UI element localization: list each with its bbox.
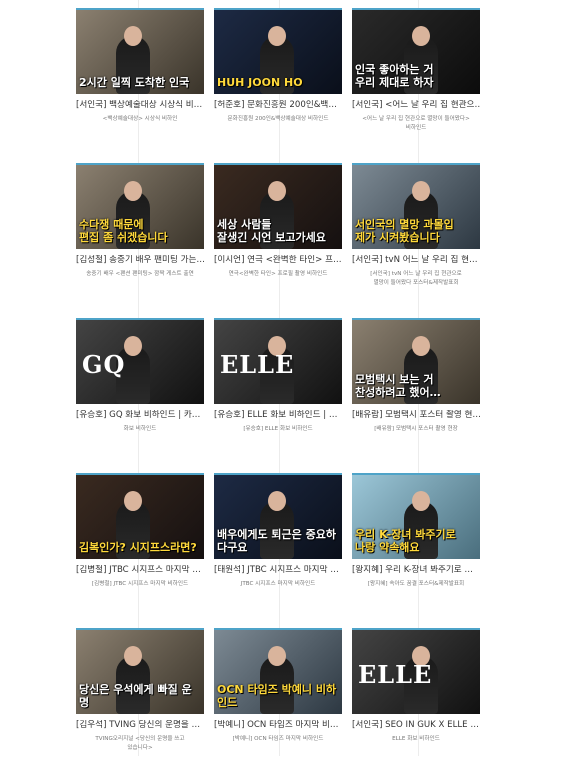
video-title[interactable]: [김병철] JTBC 시지프스 마지막 … bbox=[76, 565, 204, 576]
thumbnail-logo-text: GQ bbox=[82, 350, 126, 379]
video-thumbnail[interactable]: 우리 K-장녀 봐주기로 나랑 약속해요 bbox=[352, 473, 480, 559]
video-description: [배유람] 모범택시 포스터 촬영 현장 bbox=[374, 426, 458, 432]
thumbnail-caption: 김복인가? 시지프스라면? bbox=[79, 541, 197, 554]
video-card[interactable]: 2시간 일찍 도착한 인국 [서인국] 백상예술대상 시상식 비… <백상예술대상>… bbox=[76, 8, 204, 163]
video-thumbnail[interactable]: 수다쟁 때문에 편집 좀 쉬겠습니다 bbox=[76, 163, 204, 249]
video-description: [유승호] ELLE 화보 비하인드 bbox=[243, 426, 313, 432]
video-title[interactable]: [김우석] TVING 당신의 운명을 … bbox=[76, 720, 204, 731]
video-title[interactable]: [서인국] SEO IN GUK X ELLE … bbox=[352, 720, 480, 731]
thumbnail-caption: 세상 사람들 잘생긴 시언 보고가세요 bbox=[217, 218, 326, 244]
thumbnail-caption: 서인국의 멸망 과몰입 제가 시켜봤습니다 bbox=[355, 218, 454, 244]
person-face bbox=[124, 336, 142, 356]
video-description: 화보 비하인드 bbox=[123, 426, 157, 432]
video-thumbnail[interactable]: 서인국의 멸망 과몰입 제가 시켜봤습니다 bbox=[352, 163, 480, 249]
thumbnail-caption: OCN 타임즈 박예니 비하인드 bbox=[217, 683, 337, 709]
video-title[interactable]: [김성철] 송중기 배우 팬미팅 가는… bbox=[76, 255, 204, 266]
video-title[interactable]: [왕지혜] 우리 K-장녀 봐주기로 … bbox=[352, 565, 480, 576]
video-grid: 2시간 일찍 도착한 인국 [서인국] 백상예술대상 시상식 비… <백상예술대상>… bbox=[76, 8, 480, 783]
video-thumbnail[interactable]: 세상 사람들 잘생긴 시언 보고가세요 bbox=[214, 163, 342, 249]
video-description: <어느 날 우리 집 현관으로 멸망이 들어왔다> 비하인드 bbox=[362, 116, 470, 131]
video-description: TVING오리지널 <당신의 운명을 쓰고 있습니다> bbox=[95, 736, 185, 751]
video-card[interactable]: 서인국의 멸망 과몰입 제가 시켜봤습니다 [서인국] tvN 어느 날 우리 집… bbox=[352, 163, 480, 318]
video-title[interactable]: [서인국] 백상예술대상 시상식 비… bbox=[76, 100, 204, 111]
thumbnail-caption: 2시간 일찍 도착한 인국 bbox=[79, 76, 190, 89]
person-face bbox=[124, 181, 142, 201]
person-face bbox=[268, 491, 286, 511]
video-card[interactable]: ELLE [유승호] ELLE 화보 비하인드 | … [유승호] ELLE 화보 … bbox=[214, 318, 342, 473]
video-description: JTBC 시지프스 마지막 비하인드 bbox=[240, 581, 316, 587]
person-face bbox=[124, 646, 142, 666]
video-title[interactable]: [태원석] JTBC 시지프스 마지막 … bbox=[214, 565, 342, 576]
video-description: <백상예술대상> 시상식 비하인 bbox=[102, 116, 178, 122]
video-card[interactable]: 김복인가? 시지프스라면? [김병철] JTBC 시지프스 마지막 … [김병철] … bbox=[76, 473, 204, 628]
video-card[interactable]: 우리 K-장녀 봐주기로 나랑 약속해요 [왕지혜] 우리 K-장녀 봐주기로 …… bbox=[352, 473, 480, 628]
video-description: [서인국] tvN 어느 날 우리 집 현관으로 멸망이 들어왔다 포스터&제작… bbox=[370, 271, 462, 286]
video-thumbnail[interactable]: 모범택시 보는 거 찬성하려고 했어… bbox=[352, 318, 480, 404]
person-face bbox=[268, 26, 286, 46]
video-thumbnail[interactable]: 2시간 일찍 도착한 인국 bbox=[76, 8, 204, 94]
video-thumbnail[interactable]: 김복인가? 시지프스라면? bbox=[76, 473, 204, 559]
video-card[interactable]: HUH JOON HO [허준호] 문화진흥원 200인&백… 문화진흥원 200인… bbox=[214, 8, 342, 163]
video-card[interactable]: 모범택시 보는 거 찬성하려고 했어… [배유람] 모범택시 포스터 촬영 현… [… bbox=[352, 318, 480, 473]
video-description: [김병철] JTBC 시지프스 마지막 비하인드 bbox=[91, 581, 189, 587]
video-thumbnail[interactable]: GQ bbox=[76, 318, 204, 404]
video-thumbnail[interactable]: ELLE bbox=[214, 318, 342, 404]
person-face bbox=[124, 491, 142, 511]
video-title[interactable]: [배유람] 모범택시 포스터 촬영 현… bbox=[352, 410, 480, 421]
video-description: 문화진흥원 200인&백상예술대상 비하인드 bbox=[227, 116, 329, 122]
video-thumbnail[interactable]: 배우에게도 퇴근은 중요하다구요 bbox=[214, 473, 342, 559]
video-card[interactable]: OCN 타임즈 박예니 비하인드 [박예니] OCN 타임즈 마지막 비… [박예니… bbox=[214, 628, 342, 783]
video-description: [박예니] OCN 타임즈 마지막 비하인드 bbox=[232, 736, 324, 742]
thumbnail-caption: HUH JOON HO bbox=[217, 76, 303, 89]
person-face bbox=[412, 181, 430, 201]
video-card[interactable]: 수다쟁 때문에 편집 좀 쉬겠습니다 [김성철] 송중기 배우 팬미팅 가는… 송중… bbox=[76, 163, 204, 318]
video-title[interactable]: [서인국] tvN 어느 날 우리 집 현… bbox=[352, 255, 480, 266]
person-face bbox=[268, 646, 286, 666]
video-card[interactable]: GQ [유승호] GQ 화보 비하인드 | 카… 화보 비하인드 bbox=[76, 318, 204, 473]
video-title[interactable]: [이시언] 연극 <완벽한 타인> 프… bbox=[214, 255, 342, 266]
person-face bbox=[412, 336, 430, 356]
video-thumbnail[interactable]: OCN 타임즈 박예니 비하인드 bbox=[214, 628, 342, 714]
person-face bbox=[412, 26, 430, 46]
video-thumbnail[interactable]: 당신은 우석에게 빠질 운명 bbox=[76, 628, 204, 714]
thumbnail-caption: 모범택시 보는 거 찬성하려고 했어… bbox=[355, 373, 441, 399]
thumbnail-caption: 당신은 우석에게 빠질 운명 bbox=[79, 683, 192, 709]
video-card[interactable]: 당신은 우석에게 빠질 운명 [김우석] TVING 당신의 운명을 … TVING… bbox=[76, 628, 204, 783]
video-title[interactable]: [허준호] 문화진흥원 200인&백… bbox=[214, 100, 342, 111]
person-face bbox=[124, 26, 142, 46]
video-title[interactable]: [유승호] ELLE 화보 비하인드 | … bbox=[214, 410, 342, 421]
video-description: ELLE 화보 비하인드 bbox=[392, 736, 440, 742]
video-thumbnail[interactable]: ELLE bbox=[352, 628, 480, 714]
video-title[interactable]: [박예니] OCN 타임즈 마지막 비… bbox=[214, 720, 342, 731]
video-card[interactable]: 인국 좋아하는 거 우리 제대로 하자 [서인국] <어느 날 우리 집 현관으…… bbox=[352, 8, 480, 163]
video-title[interactable]: [유승호] GQ 화보 비하인드 | 카… bbox=[76, 410, 204, 421]
video-card[interactable]: 세상 사람들 잘생긴 시언 보고가세요 [이시언] 연극 <완벽한 타인> 프… 연… bbox=[214, 163, 342, 318]
person-face bbox=[268, 181, 286, 201]
person-face bbox=[412, 491, 430, 511]
thumbnail-caption: 인국 좋아하는 거 우리 제대로 하자 bbox=[355, 63, 434, 89]
video-title[interactable]: [서인국] <어느 날 우리 집 현관으… bbox=[352, 100, 480, 111]
video-card[interactable]: 배우에게도 퇴근은 중요하다구요 [태원석] JTBC 시지프스 마지막 … JTB… bbox=[214, 473, 342, 628]
thumbnail-caption: 배우에게도 퇴근은 중요하다구요 bbox=[217, 528, 336, 554]
video-card[interactable]: ELLE [서인국] SEO IN GUK X ELLE … ELLE 화보 비하인… bbox=[352, 628, 480, 783]
thumbnail-logo-text: ELLE bbox=[358, 660, 433, 689]
video-description: 연극<완벽한 타인> 프로필 촬영 비하인드 bbox=[228, 271, 328, 277]
video-description: 송중기 배우 <팬션 팬미팅> 깜짝 게스트 출연 bbox=[86, 271, 194, 277]
thumbnail-logo-text: ELLE bbox=[220, 350, 295, 379]
thumbnail-caption: 우리 K-장녀 봐주기로 나랑 약속해요 bbox=[355, 528, 456, 554]
video-thumbnail[interactable]: HUH JOON HO bbox=[214, 8, 342, 94]
thumbnail-caption: 수다쟁 때문에 편집 좀 쉬겠습니다 bbox=[79, 218, 168, 244]
video-thumbnail[interactable]: 인국 좋아하는 거 우리 제대로 하자 bbox=[352, 8, 480, 94]
video-description: [왕지혜] 속아도 꿈결 포스터&제작발표회 bbox=[367, 581, 465, 587]
